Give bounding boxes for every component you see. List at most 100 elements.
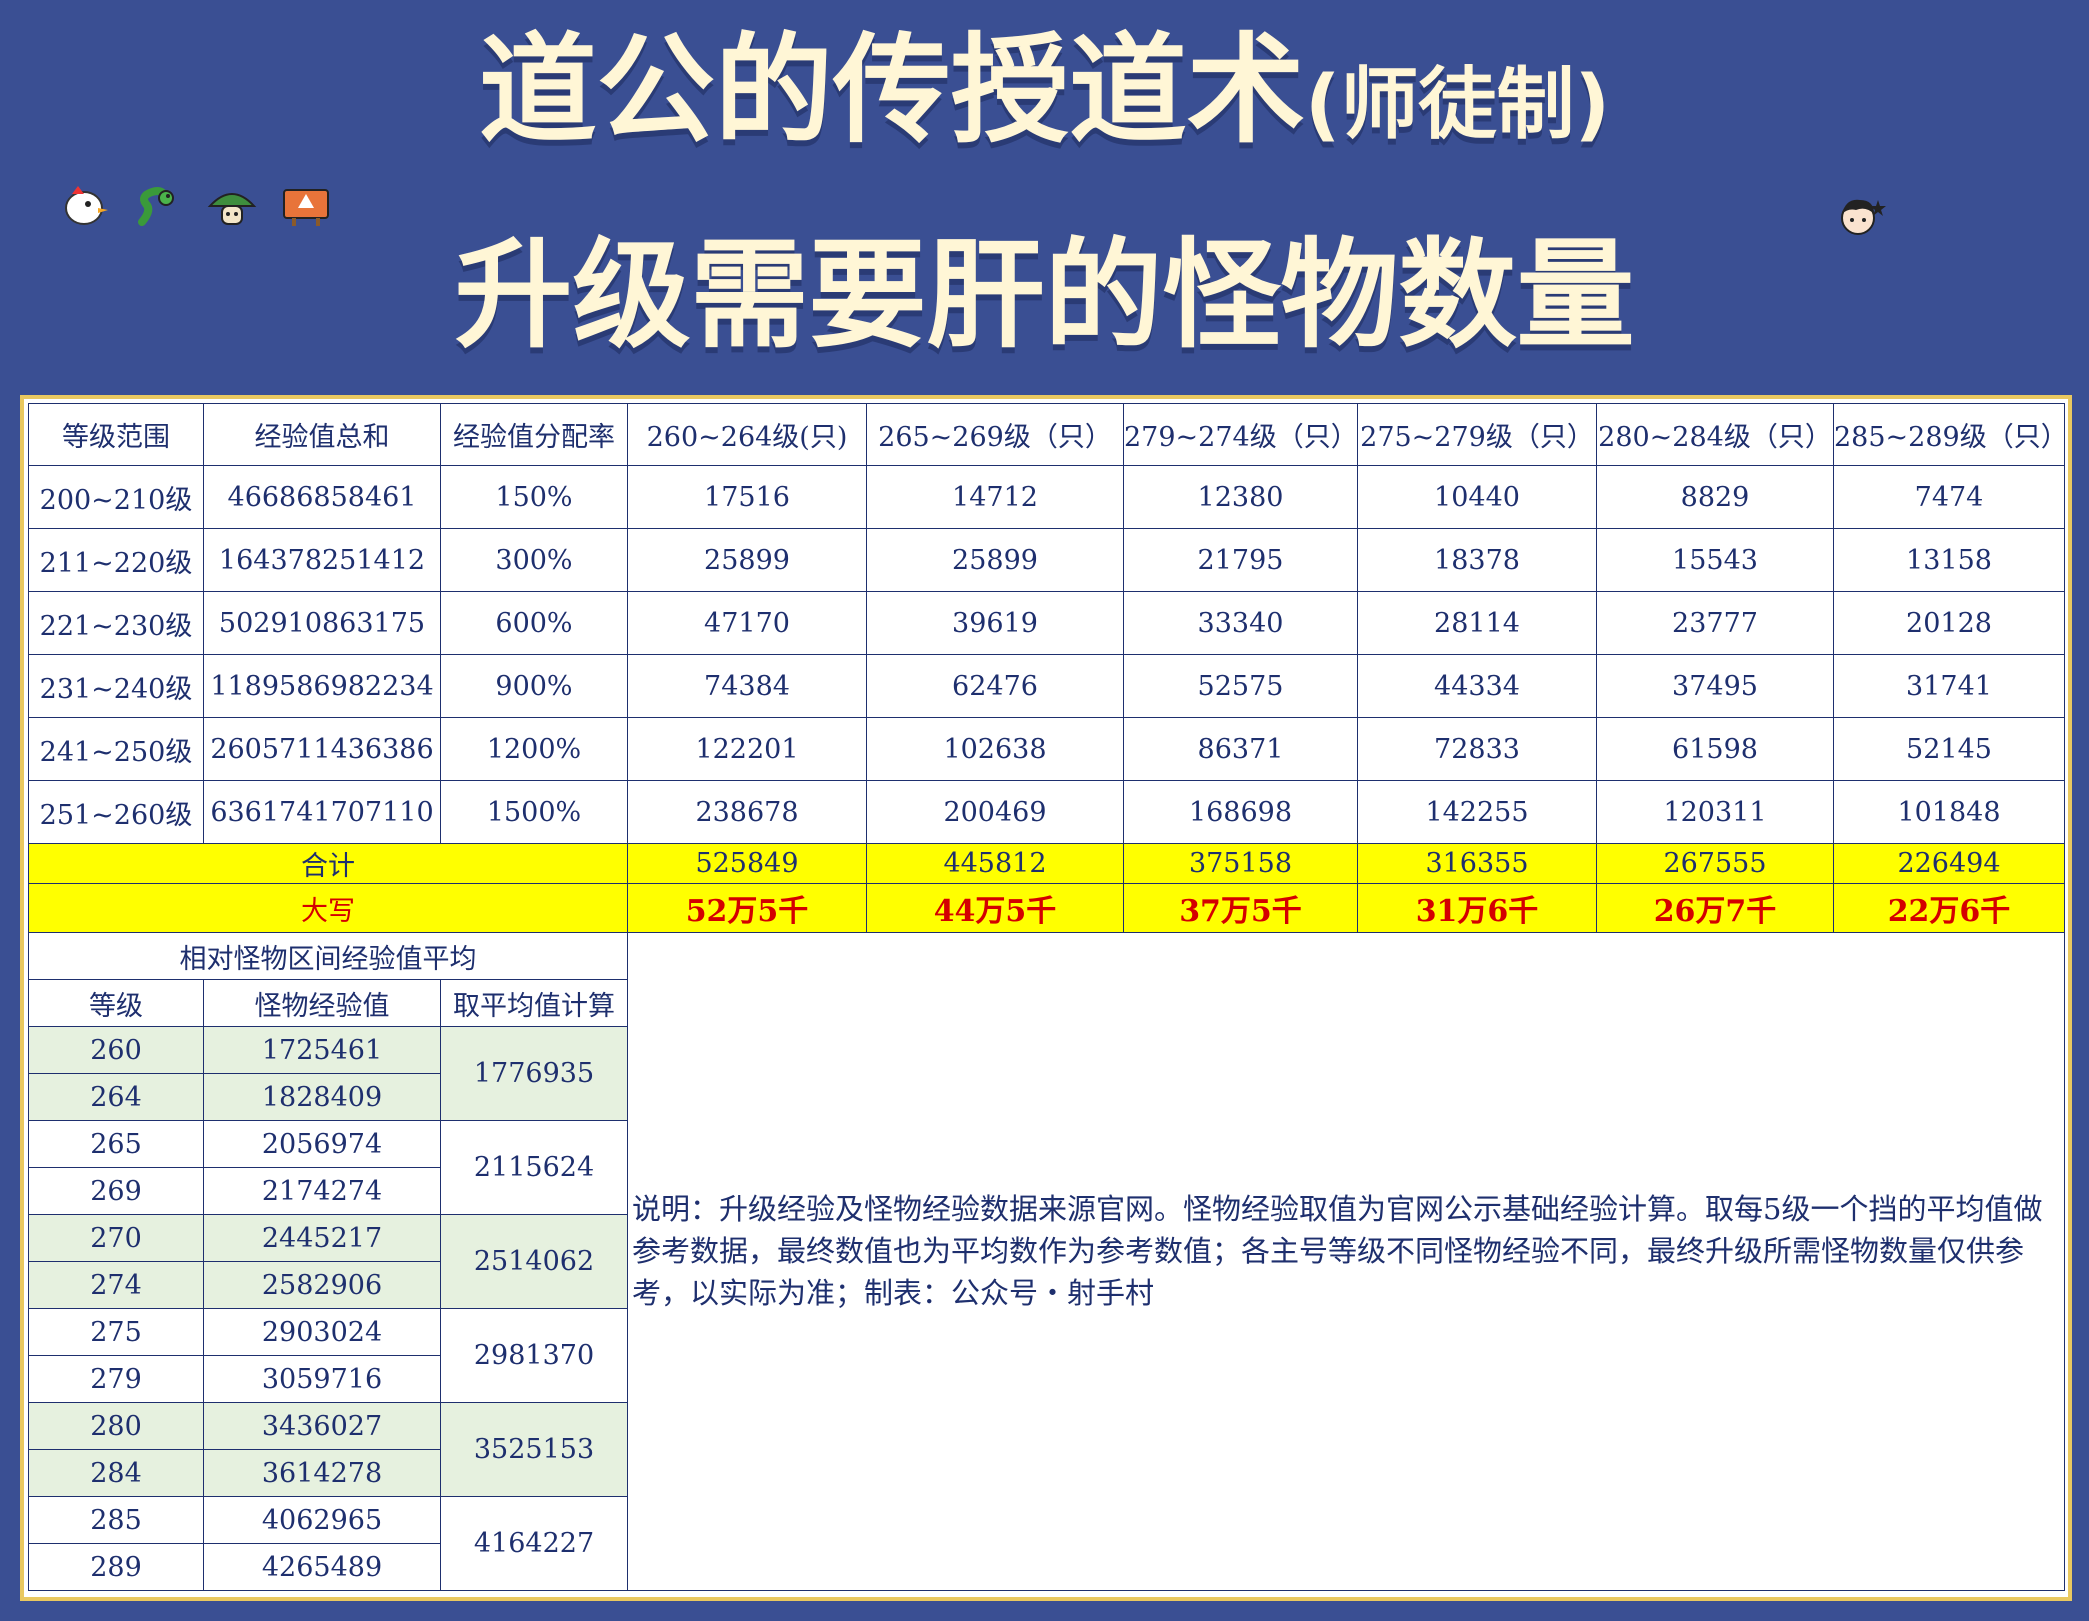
table-cell: 52575 xyxy=(1123,654,1358,718)
table-cell: 37495 xyxy=(1596,654,1834,718)
avg-column-header: 怪物经验值 xyxy=(203,979,441,1027)
avg-level-cell: 284 xyxy=(28,1449,204,1497)
table-cell: 1500% xyxy=(440,780,628,844)
caps-cell: 31万6千 xyxy=(1357,883,1597,933)
table-cell: 1189586982234 xyxy=(203,654,441,718)
snake-icon xyxy=(132,182,184,228)
table-cell: 12380 xyxy=(1123,465,1358,529)
sticker-row xyxy=(58,182,332,228)
table-cell: 14712 xyxy=(866,465,1124,529)
table-cell: 102638 xyxy=(866,717,1124,781)
table-cell: 21795 xyxy=(1123,528,1358,592)
caps-cell: 44万5千 xyxy=(866,883,1124,933)
table-cell: 39619 xyxy=(866,591,1124,655)
table-row: 221~230级 502910863175 600% 47170 39619 33340 2… xyxy=(28,591,2065,655)
caps-cell: 26万7千 xyxy=(1596,883,1834,933)
avg-level-cell: 275 xyxy=(28,1308,204,1356)
table-cell: 122201 xyxy=(627,717,867,781)
level-range-cell: 231~240级 xyxy=(28,654,204,718)
avg-level-cell: 269 xyxy=(28,1167,204,1215)
table-cell: 31741 xyxy=(1833,654,2065,718)
level-range-cell: 251~260级 xyxy=(28,780,204,844)
avg-level-cell: 279 xyxy=(28,1355,204,1403)
table-cell: 142255 xyxy=(1357,780,1597,844)
avg-level-cell: 260 xyxy=(28,1026,204,1074)
table-cell: 1200% xyxy=(440,717,628,781)
avg-exp-cell: 2174274 xyxy=(203,1167,441,1215)
avg-exp-cell: 2903024 xyxy=(203,1308,441,1356)
avg-exp-cell: 1725461 xyxy=(203,1026,441,1074)
table-cell: 62476 xyxy=(866,654,1124,718)
avg-level-cell: 274 xyxy=(28,1261,204,1309)
table-cell: 17516 xyxy=(627,465,867,529)
page-title: 道公的传授道术(师徒制) xyxy=(0,20,2089,175)
avg-exp-cell: 4265489 xyxy=(203,1543,441,1591)
caps-cell: 52万5千 xyxy=(627,883,867,933)
total-cell: 267555 xyxy=(1596,843,1834,884)
total-cell: 375158 xyxy=(1123,843,1358,884)
total-cell: 445812 xyxy=(866,843,1124,884)
table-row: 200~210级 46686858461 150% 17516 14712 12380 10… xyxy=(28,465,2065,529)
column-header: 260~264级(只) xyxy=(627,403,867,466)
table-cell: 20128 xyxy=(1833,591,2065,655)
table-cell: 33340 xyxy=(1123,591,1358,655)
table-cell: 86371 xyxy=(1123,717,1358,781)
level-range-cell: 200~210级 xyxy=(28,465,204,529)
avg-exp-cell: 3614278 xyxy=(203,1449,441,1497)
table-cell: 168698 xyxy=(1123,780,1358,844)
avg-exp-cell: 2582906 xyxy=(203,1261,441,1309)
table-cell: 18378 xyxy=(1357,528,1597,592)
table-cell: 7474 xyxy=(1833,465,2065,529)
note-cell: 说明：升级经验及怪物经验数据来源官网。怪物经验取值为官网公示基础经验计算。取每5… xyxy=(627,932,2065,1591)
chicken-icon xyxy=(58,182,110,228)
caps-row: 大写 52万5千 44万5千 37万5千 31万6千 26万7千 22万6千 xyxy=(28,883,2065,933)
avg-title-row: 相对怪物区间经验值平均说明：升级经验及怪物经验数据来源官网。怪物经验取值为官网公… xyxy=(28,932,2065,1591)
column-header: 经验值分配率 xyxy=(440,403,628,466)
table-cell: 23777 xyxy=(1596,591,1834,655)
table-row: 231~240级 1189586982234 900% 74384 62476 52575… xyxy=(28,654,2065,718)
total-label: 合计 xyxy=(28,843,628,884)
face-icon xyxy=(1834,192,1886,238)
table-cell: 47170 xyxy=(627,591,867,655)
column-header: 265~269级（只） xyxy=(866,403,1124,466)
avg-value-cell: 4164227 xyxy=(440,1496,628,1591)
column-header: 285~289级（只） xyxy=(1833,403,2065,466)
avg-section-title: 相对怪物区间经验值平均 xyxy=(28,932,628,980)
table-cell: 25899 xyxy=(866,528,1124,592)
table-cell: 120311 xyxy=(1596,780,1834,844)
table-header-row: 等级范围 经验值总和 经验值分配率 260~264级(只) 265~269级（只） 279… xyxy=(28,403,2065,466)
danger-sign-icon xyxy=(280,182,332,228)
table-cell: 2605711436386 xyxy=(203,717,441,781)
avg-value-cell: 2115624 xyxy=(440,1120,628,1215)
table-cell: 46686858461 xyxy=(203,465,441,529)
table-cell: 200469 xyxy=(866,780,1124,844)
table-cell: 101848 xyxy=(1833,780,2065,844)
avg-exp-cell: 2056974 xyxy=(203,1120,441,1168)
table-cell: 74384 xyxy=(627,654,867,718)
table-cell: 10440 xyxy=(1357,465,1597,529)
level-range-cell: 221~230级 xyxy=(28,591,204,655)
monster-table: 等级范围 经验值总和 经验值分配率 260~264级(只) 265~269级（只） 279… xyxy=(28,403,2065,1591)
table-cell: 150% xyxy=(440,465,628,529)
avg-column-header: 等级 xyxy=(28,979,204,1027)
caps-label: 大写 xyxy=(28,883,628,933)
page-subtitle: 升级需要肝的怪物数量 xyxy=(454,226,1635,364)
avg-level-cell: 285 xyxy=(28,1496,204,1544)
column-header: 等级范围 xyxy=(28,403,204,466)
table-cell: 164378251412 xyxy=(203,528,441,592)
table-cell: 300% xyxy=(440,528,628,592)
total-cell: 226494 xyxy=(1833,843,2065,884)
column-header: 275~279级（只） xyxy=(1357,403,1597,466)
table-row: 241~250级 2605711436386 1200% 122201 102638 86… xyxy=(28,717,2065,781)
note-text: 说明：升级经验及怪物经验数据来源官网。怪物经验取值为官网公示基础经验计算。取每5… xyxy=(632,1191,2043,1310)
table-cell: 502910863175 xyxy=(203,591,441,655)
level-range-cell: 211~220级 xyxy=(28,528,204,592)
avg-value-cell: 2981370 xyxy=(440,1308,628,1403)
avg-column-header: 取平均值计算 xyxy=(440,979,628,1027)
table-cell: 900% xyxy=(440,654,628,718)
table-cell: 238678 xyxy=(627,780,867,844)
caps-cell: 22万6千 xyxy=(1833,883,2065,933)
table-cell: 8829 xyxy=(1596,465,1834,529)
avg-value-cell: 3525153 xyxy=(440,1402,628,1497)
avg-exp-cell: 3059716 xyxy=(203,1355,441,1403)
